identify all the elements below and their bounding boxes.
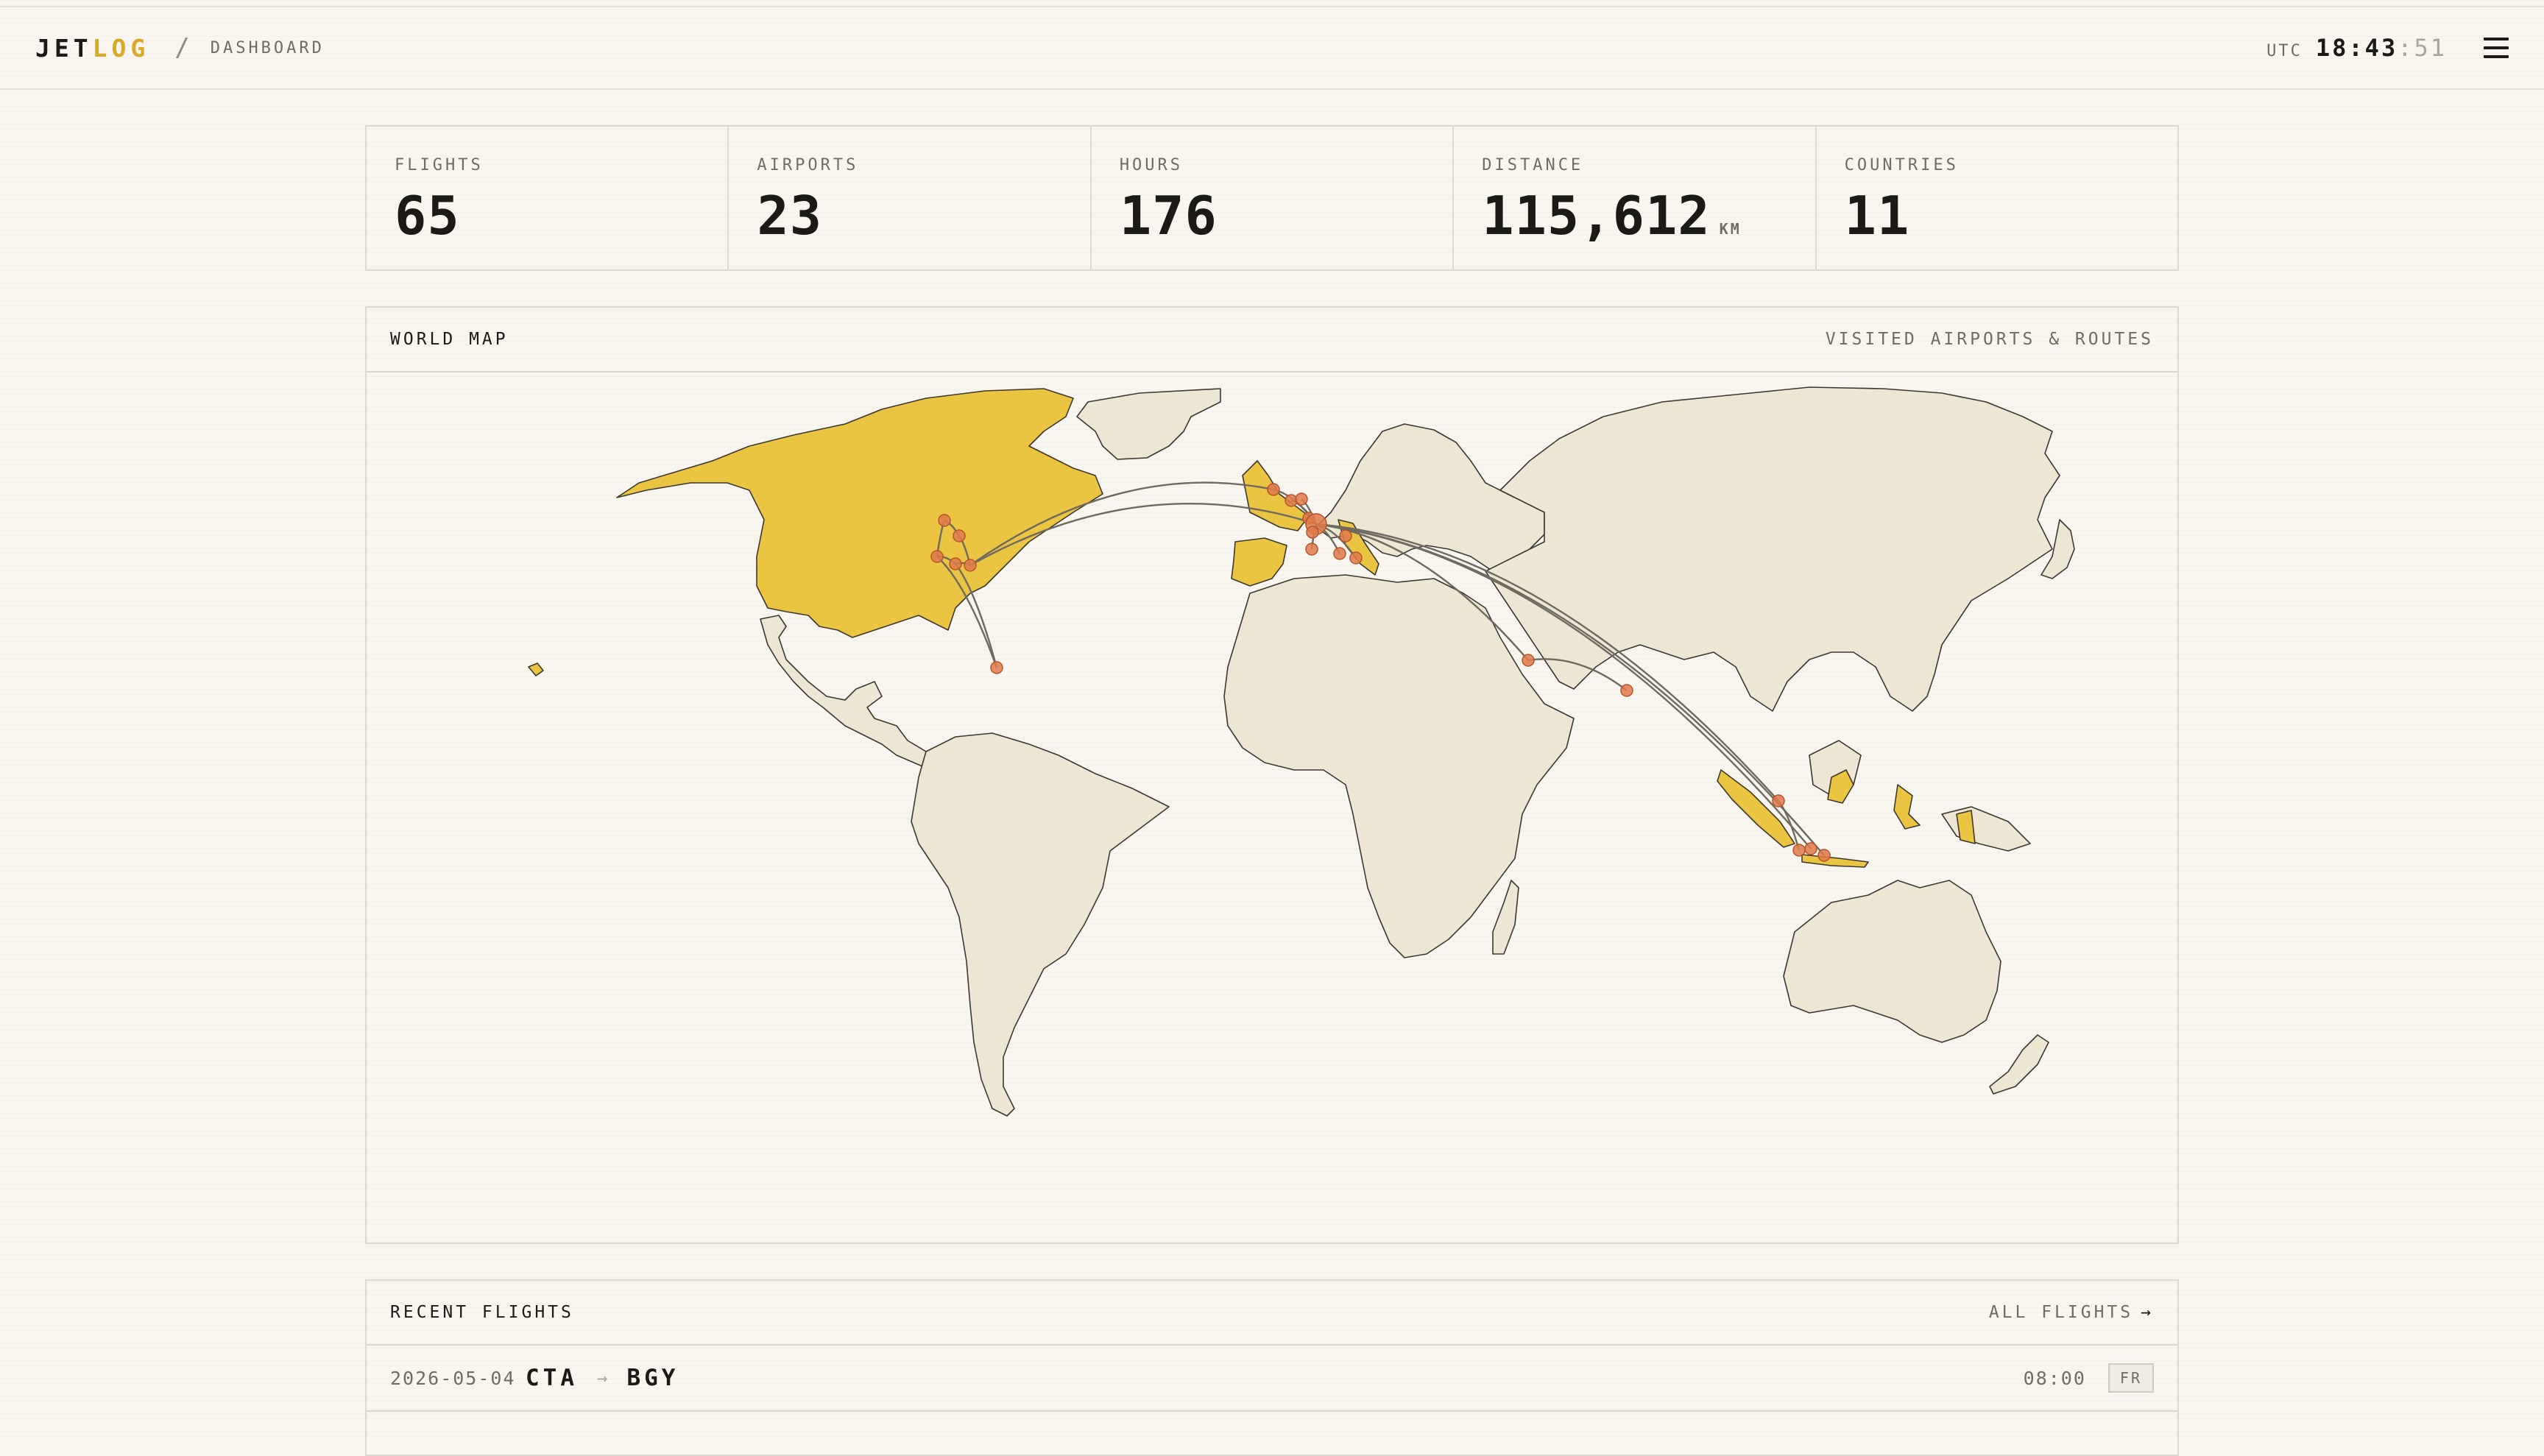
stat-number: 115,612 bbox=[1482, 185, 1711, 247]
airport-marker[interactable] bbox=[1267, 483, 1280, 496]
north-america-visited-shape bbox=[616, 388, 1103, 638]
airport-marker[interactable] bbox=[1295, 492, 1308, 506]
stat-airports: AIRPORTS 23 bbox=[729, 127, 1092, 269]
stat-value: 65 bbox=[395, 185, 698, 247]
airport-marker[interactable] bbox=[1306, 526, 1319, 539]
flight-time: 08:00 bbox=[2023, 1367, 2086, 1389]
app-logo[interactable]: JETLOG bbox=[35, 34, 149, 63]
stat-value: 115,612 KM bbox=[1482, 185, 1785, 247]
map-panel-header: WORLD MAP VISITED AIRPORTS & ROUTES bbox=[367, 308, 2177, 372]
airport-marker[interactable] bbox=[1349, 551, 1363, 565]
airport-marker[interactable] bbox=[949, 557, 962, 570]
airport-marker[interactable] bbox=[1792, 844, 1806, 857]
australia-shape bbox=[1783, 880, 2001, 1043]
flight-destination: BGY bbox=[626, 1365, 679, 1391]
java-visited-shape bbox=[1801, 854, 1869, 868]
flight-date: 2026-05-04 bbox=[390, 1367, 516, 1389]
flight-badge: FR bbox=[2107, 1363, 2154, 1393]
africa-shape bbox=[1223, 574, 1575, 958]
airport-marker[interactable] bbox=[1305, 543, 1318, 556]
papua-visited-shape bbox=[1956, 810, 1976, 844]
airport-marker[interactable] bbox=[953, 529, 966, 543]
airport-marker[interactable] bbox=[938, 514, 951, 527]
stat-unit: KM bbox=[1719, 220, 1742, 238]
arrow-right-icon: → bbox=[2141, 1303, 2154, 1322]
airport-marker[interactable] bbox=[1817, 849, 1831, 862]
new-zealand-shape bbox=[1989, 1034, 2049, 1095]
map-title: WORLD MAP bbox=[390, 330, 509, 349]
recent-flights-header: RECENT FLIGHTS ALL FLIGHTS → bbox=[367, 1281, 2177, 1346]
stat-number: 65 bbox=[395, 185, 460, 247]
flight-origin: CTA bbox=[526, 1365, 578, 1391]
airport-marker[interactable] bbox=[1620, 684, 1633, 697]
hawaii-visited-shape bbox=[528, 662, 544, 676]
map-subtitle: VISITED AIRPORTS & ROUTES bbox=[1825, 330, 2154, 349]
stats-bar: FLIGHTS 65 AIRPORTS 23 HOURS 176 DISTANC… bbox=[365, 125, 2179, 271]
airport-marker[interactable] bbox=[1339, 529, 1352, 543]
airport-marker[interactable] bbox=[1772, 794, 1785, 807]
iberia-visited-shape bbox=[1231, 537, 1287, 587]
clock-hours-minutes: 18:43 bbox=[2315, 34, 2398, 62]
clock-timezone: UTC bbox=[2266, 42, 2303, 60]
top-bar: JETLOG / DASHBOARD UTC 18:43 :51 bbox=[0, 6, 2544, 90]
route-arrow-icon: → bbox=[597, 1368, 608, 1388]
flight-row[interactable]: 2026-05-04 CTA → BGY 08:00 FR bbox=[367, 1346, 2177, 1412]
stat-flights: FLIGHTS 65 bbox=[367, 127, 729, 269]
brand-part-1: JET bbox=[35, 33, 93, 63]
breadcrumb-current: DASHBOARD bbox=[210, 38, 325, 57]
papua-shape bbox=[1941, 806, 2031, 852]
clock-seconds: :51 bbox=[2398, 34, 2447, 62]
stat-value: 23 bbox=[757, 185, 1060, 247]
stat-number: 11 bbox=[1844, 185, 1910, 247]
airport-marker[interactable] bbox=[964, 559, 977, 572]
stat-label: COUNTRIES bbox=[1844, 156, 1959, 174]
airport-marker[interactable] bbox=[1333, 547, 1346, 560]
all-flights-label: ALL FLIGHTS bbox=[1988, 1303, 2134, 1322]
brand-part-2: LOG bbox=[92, 33, 150, 63]
stat-number: 176 bbox=[1119, 185, 1218, 247]
greenland-shape bbox=[1076, 388, 1221, 460]
stat-countries: COUNTRIES 11 bbox=[1817, 127, 2177, 269]
airport-marker[interactable] bbox=[930, 550, 944, 563]
stat-value: 11 bbox=[1845, 185, 2148, 247]
recent-flights-title: RECENT FLIGHTS bbox=[390, 1303, 574, 1322]
world-map-panel: WORLD MAP VISITED AIRPORTS & ROUTES bbox=[365, 306, 2179, 1244]
stat-label: AIRPORTS bbox=[757, 156, 859, 174]
world-map[interactable] bbox=[367, 372, 2177, 1243]
airport-marker[interactable] bbox=[1804, 842, 1817, 855]
breadcrumb-separator: / bbox=[174, 33, 190, 63]
stat-distance: DISTANCE 115,612 KM bbox=[1454, 127, 1817, 269]
airport-marker[interactable] bbox=[1522, 654, 1535, 667]
madagascar-shape bbox=[1492, 880, 1519, 955]
stat-value: 176 bbox=[1120, 185, 1423, 247]
airport-marker[interactable] bbox=[990, 661, 1003, 674]
recent-flights-panel: RECENT FLIGHTS ALL FLIGHTS → 2026-05-04 … bbox=[365, 1279, 2179, 1456]
all-flights-link[interactable]: ALL FLIGHTS → bbox=[1989, 1303, 2154, 1322]
stat-number: 23 bbox=[757, 185, 823, 247]
hamburger-menu-icon[interactable] bbox=[2484, 38, 2509, 58]
stat-label: FLIGHTS bbox=[395, 156, 484, 174]
world-map-svg[interactable] bbox=[367, 372, 2177, 1243]
stat-hours: HOURS 176 bbox=[1092, 127, 1455, 269]
stat-label: DISTANCE bbox=[1482, 156, 1584, 174]
stat-label: HOURS bbox=[1119, 156, 1184, 174]
south-america-shape bbox=[911, 732, 1170, 1117]
central-america-shape bbox=[760, 615, 934, 767]
utc-clock: UTC 18:43 :51 bbox=[2266, 34, 2447, 62]
sulawesi-visited-shape bbox=[1893, 784, 1921, 830]
